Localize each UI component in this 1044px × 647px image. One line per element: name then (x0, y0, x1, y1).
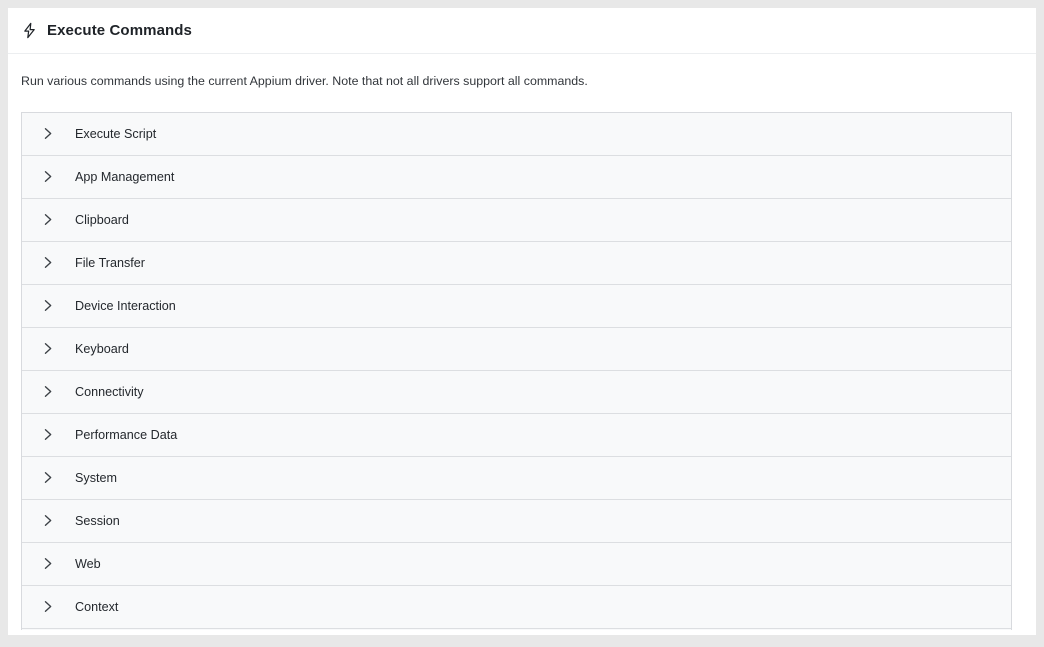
chevron-right-icon (41, 169, 56, 184)
accordion-item-keyboard[interactable]: Keyboard (22, 327, 1011, 371)
chevron-right-icon (41, 427, 56, 442)
chevron-right-icon (41, 513, 56, 528)
accordion-item-label: Clipboard (75, 212, 129, 227)
chevron-right-icon (41, 384, 56, 399)
chevron-right-icon (41, 212, 56, 227)
panel-header: Execute Commands (8, 8, 1036, 54)
page-title: Execute Commands (47, 22, 192, 39)
chevron-right-icon (41, 341, 56, 356)
accordion-item-system[interactable]: System (22, 456, 1011, 500)
chevron-right-icon (41, 556, 56, 571)
accordion-item-label: Execute Script (75, 126, 157, 141)
commands-accordion: Execute Script App Management Clipboard (21, 111, 1012, 630)
accordion-item-clipboard[interactable]: Clipboard (22, 198, 1011, 242)
accordion-item-label: Connectivity (75, 384, 144, 399)
accordion-item-label: System (75, 470, 117, 485)
chevron-right-icon (41, 599, 56, 614)
accordion-item-label: Device Interaction (75, 298, 176, 313)
chevron-right-icon (41, 470, 56, 485)
accordion-item-app-management[interactable]: App Management (22, 155, 1011, 199)
lightning-bolt-icon (21, 22, 38, 39)
accordion-item-label: Web (75, 556, 101, 571)
chevron-right-icon (41, 255, 56, 270)
accordion-item-file-transfer[interactable]: File Transfer (22, 241, 1011, 285)
chevron-right-icon (41, 126, 56, 141)
accordion-item-performance-data[interactable]: Performance Data (22, 413, 1011, 457)
accordion-item-label: Keyboard (75, 341, 129, 356)
accordion-item-web[interactable]: Web (22, 542, 1011, 586)
accordion-item-connectivity[interactable]: Connectivity (22, 370, 1011, 414)
accordion-item-context[interactable]: Context (22, 585, 1011, 629)
accordion-item-label: Session (75, 513, 120, 528)
accordion-item-label: App Management (75, 169, 175, 184)
accordion-item-label: File Transfer (75, 255, 145, 270)
accordion-item-session[interactable]: Session (22, 499, 1011, 543)
accordion-item-execute-script[interactable]: Execute Script (22, 112, 1011, 156)
accordion-item-label: Context (75, 599, 119, 614)
panel-description: Run various commands using the current A… (21, 74, 588, 88)
accordion-item-device-interaction[interactable]: Device Interaction (22, 284, 1011, 328)
accordion-item-label: Performance Data (75, 427, 178, 442)
execute-commands-panel: Execute Commands Run various commands us… (8, 8, 1036, 635)
chevron-right-icon (41, 298, 56, 313)
